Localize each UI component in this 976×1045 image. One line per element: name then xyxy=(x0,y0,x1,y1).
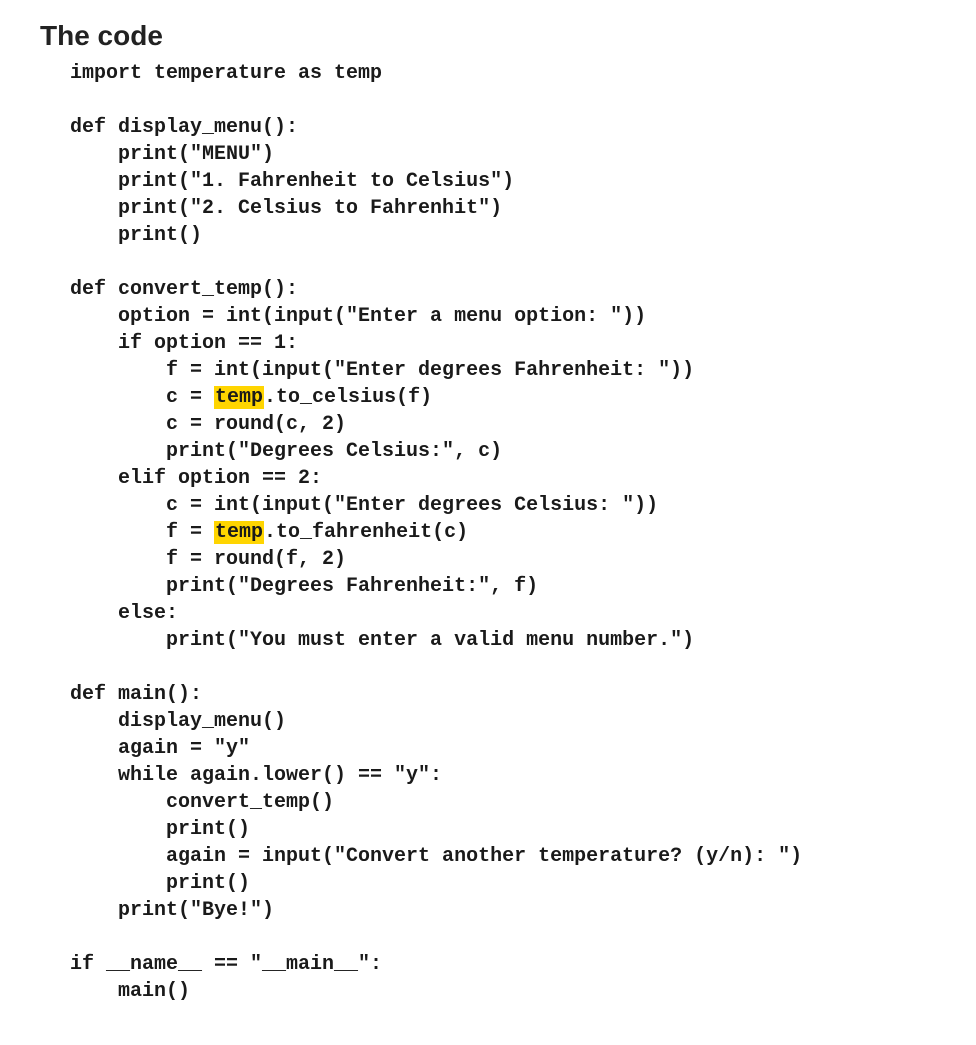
code-block: import temperature as temp def display_m… xyxy=(40,60,936,1005)
section-heading: The code xyxy=(40,20,936,52)
highlighted-text: temp xyxy=(214,386,264,409)
highlighted-text: temp xyxy=(214,521,264,544)
